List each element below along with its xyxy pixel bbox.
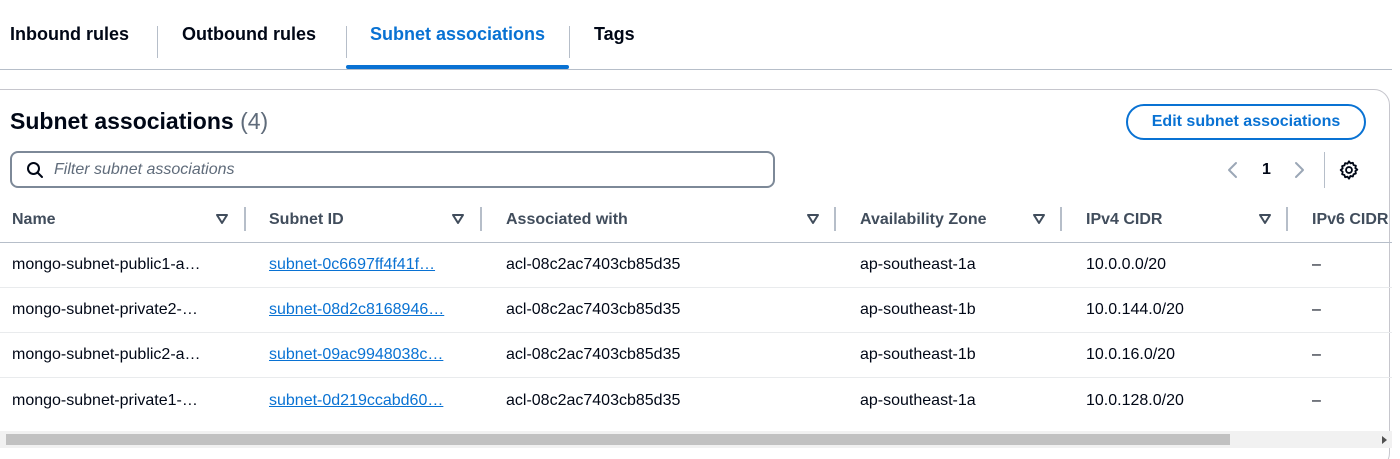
cell-ipv4-cidr: 10.0.0.0/20 — [1086, 256, 1167, 273]
cell-subnet-id-link[interactable]: subnet-0c6697ff4f41f… — [269, 256, 435, 274]
column-header-name[interactable]: Name — [12, 207, 56, 233]
next-page-button[interactable] — [1292, 155, 1306, 185]
cell-name: mongo-subnet-private2-… — [12, 301, 198, 318]
table-header-divider — [0, 242, 1392, 243]
scroll-right-arrow-icon[interactable] — [1375, 431, 1392, 448]
row-divider — [0, 332, 1392, 333]
cell-subnet-id-link[interactable]: subnet-09ac9948038c… — [269, 346, 443, 364]
gear-icon — [1339, 160, 1359, 180]
column-resizer[interactable] — [244, 207, 246, 231]
previous-page-button[interactable] — [1226, 155, 1240, 185]
column-header-ipv6-cidr[interactable]: IPv6 CIDR — [1312, 207, 1388, 233]
sort-down-icon[interactable] — [1032, 212, 1046, 226]
cell-availability-zone: ap-southeast-1b — [860, 301, 976, 318]
tab-divider — [157, 26, 158, 58]
cell-availability-zone: ap-southeast-1a — [860, 392, 976, 409]
cell-associated-with: acl-08c2ac7403cb85d35 — [506, 392, 681, 409]
active-tab-indicator — [346, 65, 569, 69]
cell-ipv4-cidr: 10.0.128.0/20 — [1086, 392, 1184, 409]
preferences-button[interactable] — [1338, 155, 1360, 185]
cell-associated-with: acl-08c2ac7403cb85d35 — [506, 256, 681, 273]
tab-tags[interactable]: Tags — [594, 0, 635, 69]
chevron-left-icon — [1228, 162, 1237, 178]
scrollbar-thumb[interactable] — [6, 434, 1230, 445]
section-count: (4) — [240, 108, 269, 134]
current-page-number[interactable]: 1 — [1262, 155, 1271, 185]
cell-ipv6-cidr: – — [1312, 346, 1321, 363]
edit-subnet-associations-button[interactable]: Edit subnet associations — [1126, 104, 1366, 140]
cell-name: mongo-subnet-public2-a… — [12, 346, 201, 363]
row-divider — [0, 287, 1392, 288]
tab-divider — [569, 26, 570, 58]
column-header-associated-with[interactable]: Associated with — [506, 207, 628, 233]
sort-down-icon[interactable] — [215, 212, 229, 226]
column-header-availability-zone[interactable]: Availability Zone — [860, 207, 987, 233]
chevron-right-icon — [1295, 162, 1304, 178]
column-resizer[interactable] — [1060, 207, 1062, 231]
horizontal-scrollbar[interactable] — [0, 431, 1392, 448]
cell-ipv6-cidr: – — [1312, 301, 1321, 318]
column-resizer[interactable] — [1286, 207, 1288, 231]
cell-associated-with: acl-08c2ac7403cb85d35 — [506, 346, 681, 363]
column-header-subnet-id[interactable]: Subnet ID — [269, 207, 344, 233]
column-header-ipv4-cidr[interactable]: IPv4 CIDR — [1086, 207, 1162, 233]
cell-associated-with: acl-08c2ac7403cb85d35 — [506, 301, 681, 318]
filter-input[interactable] — [54, 160, 734, 179]
section-title: Subnet associations (4) — [10, 108, 268, 135]
filter-box — [10, 151, 775, 188]
sort-down-icon[interactable] — [1258, 212, 1272, 226]
tab-bar: Inbound rules Outbound rules Subnet asso… — [0, 0, 1392, 70]
cell-ipv4-cidr: 10.0.16.0/20 — [1086, 346, 1175, 363]
tab-subnet-associations[interactable]: Subnet associations — [370, 0, 545, 69]
tab-inbound-rules[interactable]: Inbound rules — [10, 0, 129, 69]
section-title-text: Subnet associations — [10, 108, 234, 134]
sort-down-icon[interactable] — [806, 212, 820, 226]
cell-name: mongo-subnet-private1-… — [12, 392, 198, 409]
cell-ipv6-cidr: – — [1312, 256, 1321, 273]
tab-outbound-rules[interactable]: Outbound rules — [182, 0, 316, 69]
cell-ipv4-cidr: 10.0.144.0/20 — [1086, 301, 1184, 318]
column-resizer[interactable] — [834, 207, 836, 231]
cell-availability-zone: ap-southeast-1a — [860, 256, 976, 273]
cell-subnet-id-link[interactable]: subnet-0d219ccabd60… — [269, 392, 443, 410]
tab-divider — [346, 26, 347, 58]
column-resizer[interactable] — [480, 207, 482, 231]
cell-subnet-id-link[interactable]: subnet-08d2c8168946… — [269, 301, 444, 319]
cell-ipv6-cidr: – — [1312, 392, 1321, 409]
pager-divider — [1324, 152, 1325, 188]
row-divider — [0, 377, 1392, 378]
cell-name: mongo-subnet-public1-a… — [12, 256, 201, 273]
cell-availability-zone: ap-southeast-1b — [860, 346, 976, 363]
sort-down-icon[interactable] — [451, 212, 465, 226]
search-icon — [27, 161, 43, 178]
